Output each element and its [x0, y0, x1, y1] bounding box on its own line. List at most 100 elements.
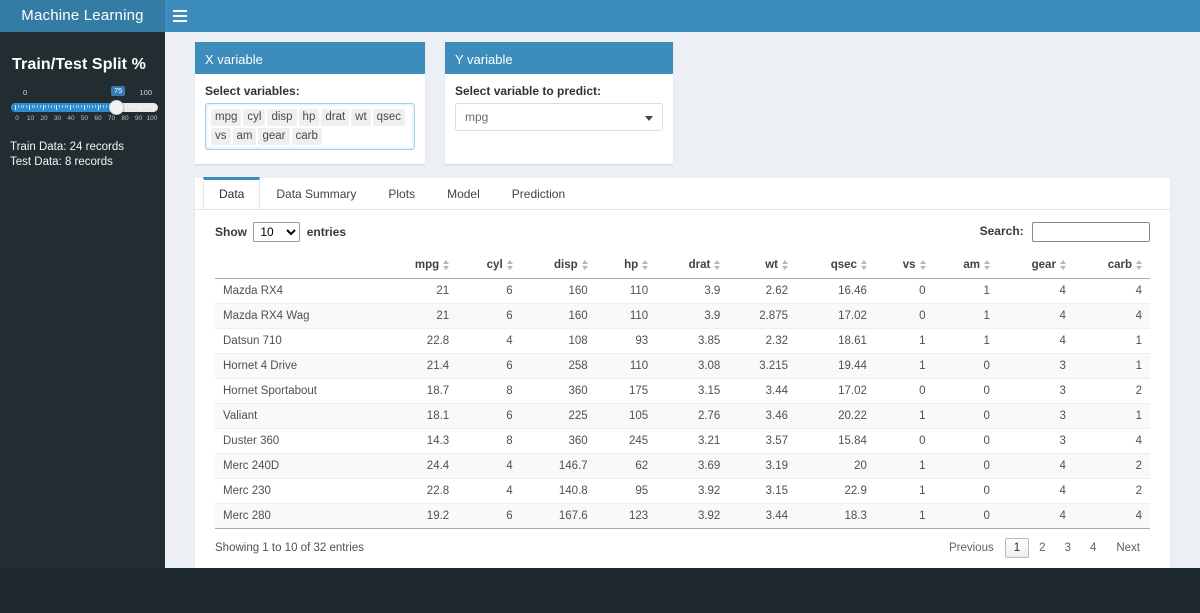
table-cell: 18.1	[381, 403, 458, 429]
table-cell: 108	[520, 328, 596, 354]
app-logo[interactable]: Machine Learning	[0, 0, 165, 32]
previous-page-button[interactable]: Previous	[939, 538, 1004, 558]
table-cell: 3.19	[728, 453, 796, 479]
x-variable-item[interactable]: mpg	[211, 109, 242, 126]
test-data-count: Test Data: 8 records	[10, 156, 113, 168]
tab-plots[interactable]: Plots	[372, 177, 431, 209]
table-row[interactable]: Hornet 4 Drive 21.4 6 258 110 3.08 3.215 19.44 1…	[215, 353, 1150, 379]
sort-arrows-icon[interactable]	[642, 259, 649, 270]
x-variable-item[interactable]: wt	[351, 109, 371, 126]
table-row[interactable]: Mazda RX4 Wag 21 6 160 110 3.9 2.875 17.02 0 1 4 4	[215, 303, 1150, 329]
tab-prediction[interactable]: Prediction	[496, 177, 581, 209]
x-variable-item[interactable]: gear	[258, 128, 290, 145]
column-header-carb[interactable]: carb	[1073, 254, 1150, 279]
sort-arrows-icon[interactable]	[782, 259, 788, 270]
table-cell: 2.875	[728, 303, 796, 329]
x-variable-box-body: Select variables: mpg cyl disp hp drat wt qsec…	[195, 74, 425, 164]
x-variable-item[interactable]: carb	[291, 128, 322, 145]
slider-scale-tick: 100	[146, 115, 158, 122]
search-control[interactable]: Search:	[980, 222, 1150, 242]
train-test-slider[interactable]: 0 100 75 0 10 20 30 40 50 60 70 80 90 10…	[11, 86, 158, 127]
sort-arrows-icon[interactable]	[506, 259, 513, 270]
column-header-mpg[interactable]: mpg	[381, 254, 458, 279]
sort-arrows-icon[interactable]	[714, 259, 721, 270]
x-variable-item[interactable]: cyl	[243, 109, 266, 126]
entries-suffix-label: entries	[306, 225, 347, 239]
table-cell: 225	[520, 403, 596, 429]
slider-ticks	[15, 105, 154, 110]
column-header-rowname[interactable]	[215, 254, 382, 279]
row-label: Merc 280	[215, 503, 382, 529]
table-cell: 140.8	[520, 478, 596, 504]
x-variable-item[interactable]: drat	[321, 109, 350, 126]
table-cell: 4	[997, 303, 1074, 329]
y-variable-select[interactable]: mpg	[455, 103, 663, 131]
table-cell: 110	[595, 303, 657, 329]
tab-model[interactable]: Model	[431, 177, 496, 209]
slider-track[interactable]	[11, 100, 158, 115]
column-header-label: qsec	[830, 259, 857, 271]
x-variable-item[interactable]: qsec	[372, 109, 405, 126]
table-header-row: mpg cyl disp hp drat wt qsec vs am gear carb	[215, 254, 1150, 279]
table-cell: 3.15	[656, 378, 729, 404]
table-row[interactable]: Datsun 710 22.8 4 108 93 3.85 2.32 18.61 1 1 4 1	[215, 328, 1150, 354]
column-header-disp[interactable]: disp	[520, 254, 596, 279]
table-row[interactable]: Hornet Sportabout 18.7 8 360 175 3.15 3.44 17.0…	[215, 378, 1150, 404]
column-header-qsec[interactable]: qsec	[796, 254, 875, 279]
table-cell: 3	[997, 378, 1074, 404]
table-row[interactable]: Merc 240D 24.4 4 146.7 62 3.69 3.19 20 1 0 4 2	[215, 453, 1150, 479]
table-row[interactable]: Duster 360 14.3 8 360 245 3.21 3.57 15.84 0 0 3 4	[215, 428, 1150, 454]
table-cell: 3.85	[656, 328, 729, 354]
table-cell: 21	[381, 303, 458, 329]
next-page-button[interactable]: Next	[1106, 538, 1150, 558]
table-cell: 1	[1073, 328, 1150, 354]
sort-arrows-icon[interactable]	[581, 259, 588, 270]
sort-arrows-icon[interactable]	[919, 259, 926, 270]
sort-arrows-icon[interactable]	[983, 259, 990, 270]
tab-data-summary[interactable]: Data Summary	[260, 177, 372, 209]
x-variable-item[interactable]: am	[232, 128, 257, 145]
table-row[interactable]: Mazda RX4 21 6 160 110 3.9 2.62 16.46 0 1 4 4	[215, 278, 1150, 304]
column-header-vs[interactable]: vs	[874, 254, 934, 279]
column-header-label: drat	[688, 259, 711, 271]
x-variable-item[interactable]: hp	[298, 109, 320, 126]
column-header-hp[interactable]: hp	[595, 254, 657, 279]
column-header-label: cyl	[486, 259, 503, 271]
x-variable-item[interactable]: vs	[211, 128, 231, 145]
column-header-cyl[interactable]: cyl	[457, 254, 521, 279]
table-row[interactable]: Merc 230 22.8 4 140.8 95 3.92 3.15 22.9 1 0 4 2	[215, 478, 1150, 504]
page-2-button[interactable]: 2	[1030, 538, 1054, 558]
hamburger-icon[interactable]	[165, 0, 195, 32]
page-3-button[interactable]: 3	[1056, 538, 1080, 558]
tab-data[interactable]: Data	[203, 177, 261, 209]
sort-arrows-icon[interactable]	[860, 259, 867, 270]
x-variable-item[interactable]: disp	[267, 109, 297, 126]
sort-arrows-icon[interactable]	[443, 259, 450, 270]
page-4-button[interactable]: 4	[1081, 538, 1105, 558]
table-row[interactable]: Valiant 18.1 6 225 105 2.76 3.46 20.22 1 0 3 1	[215, 403, 1150, 429]
search-input[interactable]	[1032, 222, 1150, 242]
slider-handle[interactable]	[109, 100, 125, 115]
row-label: Duster 360	[215, 428, 382, 454]
slider-scale-tick: 40	[67, 115, 75, 122]
sort-arrows-icon[interactable]	[1136, 259, 1142, 270]
sort-arrows-icon[interactable]	[1059, 259, 1066, 270]
column-header-gear[interactable]: gear	[997, 254, 1074, 279]
y-variable-label: Select variable to predict:	[455, 84, 602, 98]
x-variable-box: X variable Select variables: mpg cyl disp h…	[195, 42, 425, 164]
table-cell: 4	[997, 278, 1074, 304]
page-length-control[interactable]: Show 102550100 entries	[215, 222, 346, 242]
page-length-select[interactable]: 102550100	[253, 222, 301, 242]
table-cell: 110	[595, 353, 657, 379]
table-cell: 0	[933, 378, 998, 404]
table-cell: 3.92	[656, 478, 729, 504]
page-1-button[interactable]: 1	[1004, 538, 1030, 558]
x-variable-select[interactable]: mpg cyl disp hp drat wt qsec vs am gear carb	[205, 103, 415, 150]
slider-scale-tick: 70	[107, 115, 116, 122]
table-row[interactable]: Merc 280 19.2 6 167.6 123 3.92 3.44 18.3 1 0 4 4	[215, 503, 1150, 529]
column-header-am[interactable]: am	[933, 254, 998, 279]
column-header-wt[interactable]: wt	[728, 254, 796, 279]
table-cell: 4	[1073, 503, 1150, 529]
column-header-drat[interactable]: drat	[656, 254, 729, 279]
chevron-down-icon	[645, 116, 653, 121]
